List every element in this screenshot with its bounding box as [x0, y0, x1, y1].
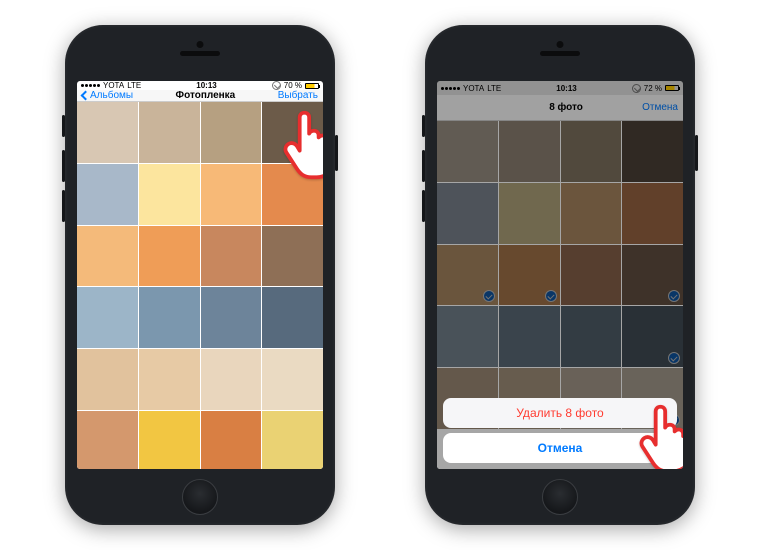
delete-photos-button[interactable]: Удалить 8 фото — [443, 398, 677, 428]
photo-thumb[interactable] — [262, 411, 323, 469]
photo-thumb[interactable] — [139, 164, 200, 225]
photo-thumb[interactable] — [201, 349, 262, 410]
photo-grid[interactable] — [77, 102, 323, 469]
chevron-left-icon — [81, 91, 91, 101]
photo-thumb[interactable] — [77, 164, 138, 225]
photo-thumb[interactable] — [262, 102, 323, 163]
status-bar: YOTA LTE 10:13 70 % — [77, 81, 323, 90]
phone-right: YOTA LTE 10:13 72 % 8 фото Отмена Удалит… — [425, 25, 695, 525]
photo-thumb[interactable] — [201, 411, 262, 469]
photo-thumb[interactable] — [139, 226, 200, 287]
phone-left: YOTA LTE 10:13 70 % Альбомы Фотопленка В… — [65, 25, 335, 525]
clock: 10:13 — [196, 81, 216, 90]
photo-thumb[interactable] — [201, 164, 262, 225]
battery-icon — [305, 83, 319, 89]
photo-thumb[interactable] — [139, 349, 200, 410]
photo-thumb[interactable] — [77, 102, 138, 163]
photo-thumb[interactable] — [139, 411, 200, 469]
carrier-label: YOTA — [103, 81, 124, 90]
photo-thumb[interactable] — [139, 102, 200, 163]
screen-select-mode: YOTA LTE 10:13 72 % 8 фото Отмена Удалит… — [437, 81, 683, 469]
photo-thumb[interactable] — [77, 349, 138, 410]
network-label: LTE — [127, 81, 141, 90]
photo-thumb[interactable] — [77, 287, 138, 348]
photo-thumb[interactable] — [139, 287, 200, 348]
photo-thumb[interactable] — [262, 226, 323, 287]
photo-thumb[interactable] — [201, 226, 262, 287]
photo-thumb[interactable] — [201, 287, 262, 348]
back-label: Альбомы — [90, 90, 133, 101]
signal-dots-icon — [81, 84, 100, 87]
orientation-lock-icon — [272, 81, 281, 90]
select-button[interactable]: Выбрать — [278, 90, 318, 101]
photo-thumb[interactable] — [77, 226, 138, 287]
action-sheet: Удалить 8 фото Отмена — [443, 398, 677, 463]
home-button[interactable] — [542, 479, 578, 515]
cancel-sheet-button[interactable]: Отмена — [443, 433, 677, 463]
battery-percent: 70 % — [284, 81, 302, 90]
photo-thumb[interactable] — [262, 164, 323, 225]
back-button[interactable]: Альбомы — [82, 90, 133, 101]
photo-thumb[interactable] — [77, 411, 138, 469]
home-button[interactable] — [182, 479, 218, 515]
photo-thumb[interactable] — [262, 287, 323, 348]
nav-bar: Альбомы Фотопленка Выбрать — [77, 90, 323, 102]
photo-thumb[interactable] — [201, 102, 262, 163]
nav-title: Фотопленка — [176, 90, 236, 101]
screen-camera-roll: YOTA LTE 10:13 70 % Альбомы Фотопленка В… — [77, 81, 323, 469]
photo-thumb[interactable] — [262, 349, 323, 410]
